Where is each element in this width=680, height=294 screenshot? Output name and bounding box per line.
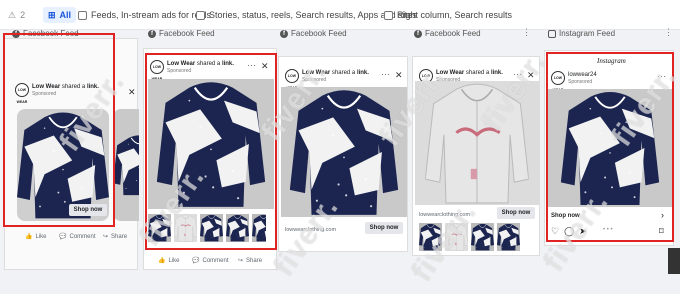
like-button[interactable]: 👍 Like <box>158 257 180 265</box>
ad-header-text: Low Wear shared a link. <box>167 61 234 68</box>
shared-text: shared a <box>61 83 86 90</box>
hoodie-image <box>497 223 520 251</box>
feeds-checkbox[interactable] <box>78 10 87 20</box>
instagram-icon <box>548 29 556 38</box>
carousel-dots: • • • <box>603 227 613 233</box>
warning-chip[interactable]: ⚠ 2 <box>8 7 25 23</box>
shared-text: shared a <box>331 69 356 76</box>
placement-filter-bar: ⚠ 2 ⊞ All Feeds, In-stream ads for reels… <box>0 0 680 30</box>
carousel-thumbnail[interactable] <box>497 223 520 251</box>
placement-label-1: f Facebook Feed <box>12 29 79 38</box>
thumbs-up-icon: 👍 <box>158 258 166 264</box>
brand-name: Low Wear <box>32 83 61 90</box>
facebook-icon: f <box>414 29 422 38</box>
shop-now-button[interactable]: Shop now <box>497 207 535 219</box>
sponsored-label: Sponsored <box>568 78 593 85</box>
hoodie-image <box>252 214 266 242</box>
comment-icon: 💬 <box>59 234 67 240</box>
brand-logo: LOW WEAR <box>15 83 29 104</box>
feeds-filter-option[interactable]: Feeds, In-stream ads for reels <box>78 7 211 23</box>
placement-label-4: f Facebook Feed <box>414 29 481 38</box>
shared-text: shared a <box>465 69 490 76</box>
brand-logo: LOW WEAR <box>150 60 164 81</box>
comment-icon: 💬 <box>192 258 200 264</box>
facebook-icon: f <box>148 29 156 38</box>
ad-header: LOW WEAR Low Wear shared a link. Sponsor… <box>150 60 234 81</box>
comment-button[interactable]: 💬 Comment <box>59 233 96 241</box>
placement-title: Facebook Feed <box>159 29 215 38</box>
shared-text: shared a <box>196 60 221 67</box>
placement-title: Instagram Feed <box>559 29 616 38</box>
placement-label-3: f Facebook Feed <box>280 29 347 38</box>
brand-name: Low Wear <box>167 60 196 67</box>
share-label: Share <box>111 233 128 240</box>
comment-label: Comment <box>69 233 96 240</box>
facebook-icon: f <box>12 29 20 38</box>
placement-title: Facebook Feed <box>291 29 347 38</box>
all-filter-button[interactable]: ⊞ All <box>43 7 77 23</box>
feeds-filter-label: Feeds, In-stream ads for reels <box>91 10 212 20</box>
like-label: Like <box>168 257 180 264</box>
more-options-icon[interactable]: ⋮ <box>664 27 674 38</box>
carousel-thumbnail[interactable] <box>226 214 249 242</box>
hoodie-image <box>113 109 139 221</box>
comment-button[interactable]: 💬 Comment <box>192 257 229 265</box>
instagram-handle: lowwear24 <box>568 71 597 78</box>
more-options-icon[interactable]: ⋮ <box>522 27 532 38</box>
close-icon[interactable]: ✕ <box>261 61 269 72</box>
grid-icon: ⊞ <box>48 10 56 20</box>
placement-label-2: f Facebook Feed <box>148 29 215 38</box>
warning-count: 2 <box>20 10 26 20</box>
brand-logo: LOW WEAR <box>551 71 565 92</box>
like-label: Like <box>35 233 47 240</box>
right-column-checkbox[interactable] <box>384 10 393 20</box>
instagram-wordmark: Instagram <box>597 57 626 65</box>
link-word: link. <box>356 69 369 76</box>
carousel-thumbnail[interactable] <box>252 214 266 242</box>
bookmark-icon[interactable]: ⌑ <box>659 226 664 237</box>
share-icon: ↪ <box>103 234 109 240</box>
share-icon: ↪ <box>238 258 244 264</box>
share-button[interactable]: ↪ Share <box>103 233 128 241</box>
link-word: link. <box>221 60 234 67</box>
placement-title: Facebook Feed <box>23 29 79 38</box>
all-filter-label: All <box>59 10 72 20</box>
shop-now-button[interactable]: Shop now <box>365 222 403 234</box>
hoodie-image <box>200 214 223 242</box>
right-column-filter-option[interactable]: Right column, Search results <box>384 7 512 23</box>
scrollbar[interactable] <box>668 248 680 274</box>
carousel-next-image <box>113 109 139 221</box>
thumbs-up-icon: 👍 <box>25 234 33 240</box>
close-icon[interactable]: ✕ <box>395 70 403 81</box>
sponsored-label: Sponsored <box>167 67 192 74</box>
shop-now-button[interactable]: Shop now <box>69 204 107 216</box>
facebook-icon: f <box>280 29 288 38</box>
hoodie-image <box>226 214 249 242</box>
link-word: link. <box>490 69 503 76</box>
share-button[interactable]: ↪ Share <box>238 257 263 265</box>
right-column-filter-label: Right column, Search results <box>397 10 513 20</box>
comment-label: Comment <box>202 257 229 264</box>
placement-label-5: Instagram Feed <box>548 29 615 38</box>
ad-header: LOW WEAR lowwear24 Sponsored <box>551 71 597 92</box>
stories-checkbox[interactable] <box>196 10 205 20</box>
like-button[interactable]: 👍 Like <box>25 233 47 241</box>
placement-title: Facebook Feed <box>425 29 481 38</box>
share-label: Share <box>246 257 263 264</box>
warning-icon: ⚠ <box>8 10 17 20</box>
more-options-icon[interactable]: ··· <box>247 61 257 70</box>
ad-preview-card-1: LOW WEAR Low Wear shared a link. Sponsor… <box>4 38 139 270</box>
chevron-right-icon[interactable]: › <box>661 210 664 220</box>
more-options-icon[interactable]: ··· <box>381 70 391 79</box>
carousel-thumbnail[interactable] <box>200 214 223 242</box>
